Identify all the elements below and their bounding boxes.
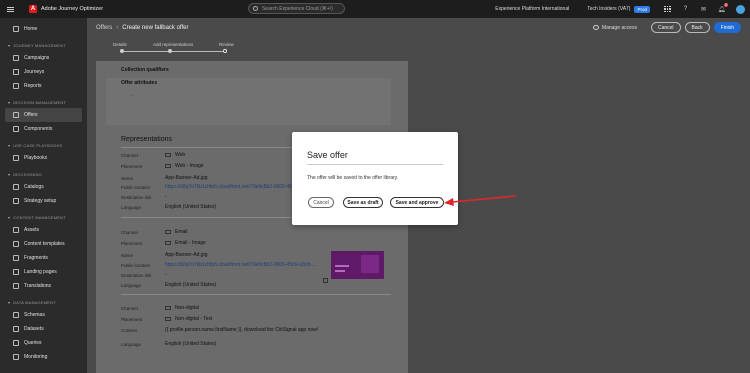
annotation-arrow-icon <box>444 195 517 206</box>
